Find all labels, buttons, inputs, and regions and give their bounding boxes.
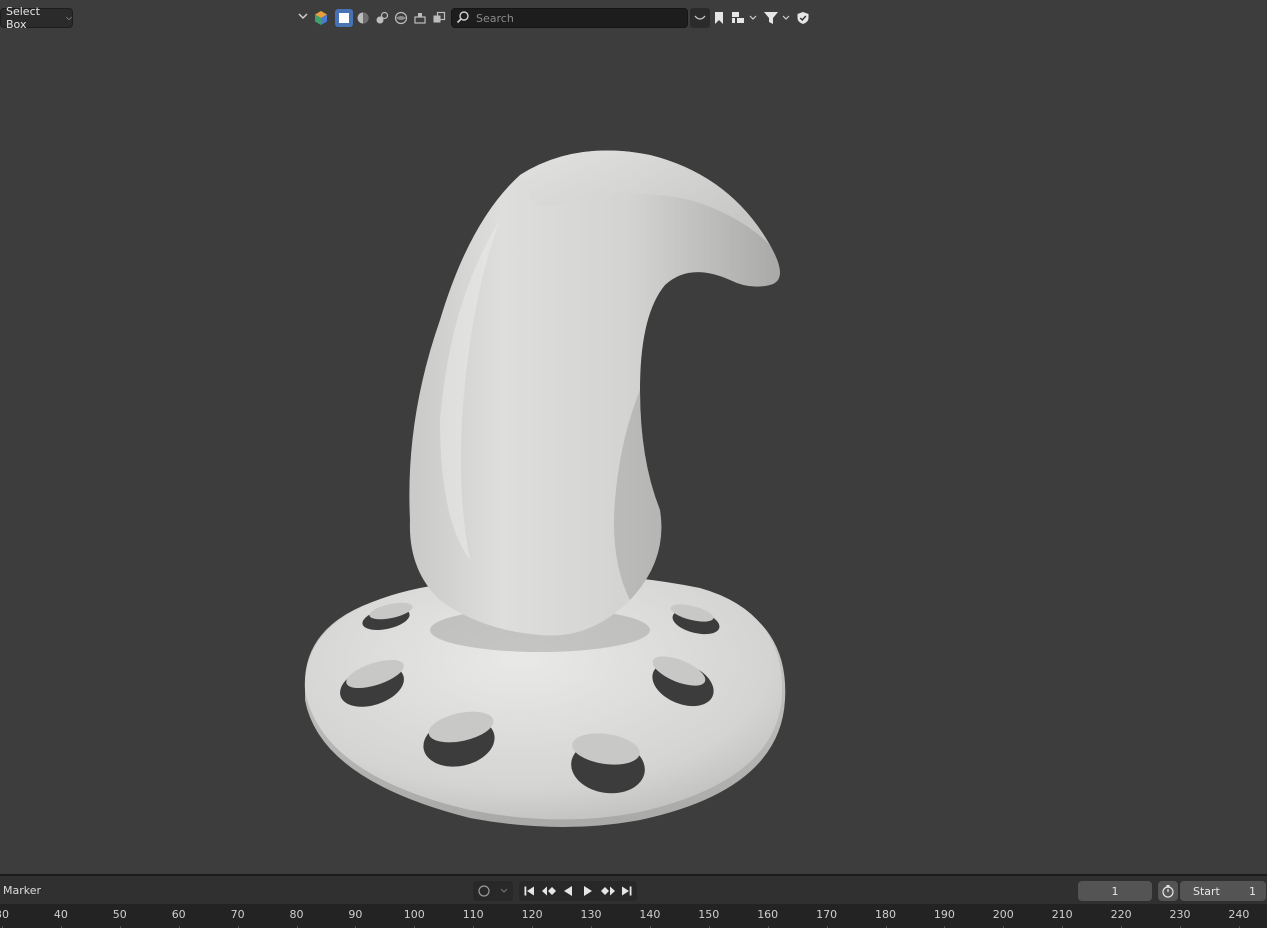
- jump-to-end-icon[interactable]: [617, 881, 637, 901]
- ruler-tick-label: 170: [816, 908, 838, 921]
- ruler-tick-label: 160: [757, 908, 779, 921]
- timeline-editor: Marker 1 Start 1 0 40 50 60 70 80 90 100…: [0, 874, 1267, 928]
- viewpoint-icon[interactable]: [690, 8, 710, 28]
- shield-icon[interactable]: [794, 8, 812, 28]
- ruler-tick-label: 120: [521, 908, 543, 921]
- ruler-tick-label: 240: [1228, 908, 1250, 921]
- 3d-viewport[interactable]: Select Box ⌵: [0, 0, 1267, 874]
- auto-keying-button[interactable]: [473, 881, 513, 901]
- solid-shading-icon[interactable]: [354, 9, 372, 27]
- jump-to-next-keyframe-icon[interactable]: [598, 881, 618, 901]
- select-box-dropdown[interactable]: Select Box ⌵: [0, 5, 73, 31]
- ruler-tick-label: 70: [230, 908, 245, 921]
- current-frame-value: 1: [1111, 884, 1119, 898]
- play-icon[interactable]: [578, 881, 598, 901]
- bookmark-icon[interactable]: [710, 8, 728, 28]
- ruler-tick-label: 230: [1169, 908, 1191, 921]
- ruler-tick-label: 100: [403, 908, 425, 921]
- search-field[interactable]: [451, 8, 688, 28]
- ruler-tick-label: 60: [171, 908, 186, 921]
- search-input[interactable]: [476, 11, 676, 25]
- ruler-tick-label: 210: [1051, 908, 1073, 921]
- layout-icon[interactable]: [730, 8, 760, 28]
- current-frame-field[interactable]: 1: [1078, 881, 1152, 901]
- ruler-tick-label: 40: [53, 908, 68, 921]
- ruler-tick-label: 140: [639, 908, 661, 921]
- jump-to-start-icon[interactable]: [519, 881, 539, 901]
- 3d-model-object[interactable]: [280, 130, 820, 840]
- chevron-down-icon[interactable]: [298, 11, 310, 25]
- ruler-tick-label: 30: [0, 908, 9, 921]
- ruler-tick-label: 90: [348, 908, 363, 921]
- marker-menu[interactable]: Marker: [3, 884, 41, 897]
- ruler-tick-label: 110: [462, 908, 484, 921]
- ruler-tick-label: 130: [580, 908, 602, 921]
- play-reverse-icon[interactable]: [558, 881, 578, 901]
- scene-object-icon[interactable]: [312, 9, 330, 27]
- ruler-tick-label: 220: [1110, 908, 1132, 921]
- material-shading-icon[interactable]: [373, 9, 391, 27]
- start-label: Start: [1193, 884, 1220, 898]
- viewport-header: Select Box ⌵: [0, 0, 1267, 36]
- overlay-icon[interactable]: [411, 9, 429, 27]
- ruler-tick-label: 50: [112, 908, 127, 921]
- ruler-tick-label: 150: [698, 908, 720, 921]
- object-mode-icon[interactable]: [335, 9, 353, 27]
- jump-to-previous-keyframe-icon[interactable]: [539, 881, 559, 901]
- timeline-header: Marker 1 Start 1: [0, 876, 1267, 904]
- xray-icon[interactable]: [430, 9, 448, 27]
- ruler-tick-label: 180: [875, 908, 896, 921]
- search-icon: [456, 10, 470, 27]
- start-frame-field[interactable]: Start 1: [1180, 881, 1266, 901]
- start-value: 1: [1249, 884, 1256, 898]
- select-mode-label: Select Box: [6, 5, 40, 31]
- frame-ruler[interactable]: 30 40 50 60 70 80 90 100 110 120 130 140 150 160 170 18…: [0, 904, 1267, 928]
- stopwatch-icon[interactable]: [1158, 881, 1178, 901]
- chevron-down-icon: ⌵: [65, 13, 72, 22]
- rendered-shading-icon[interactable]: [392, 9, 410, 27]
- playback-controls: [519, 881, 637, 901]
- ruler-tick-label: 190: [933, 908, 955, 921]
- ruler-tick-label: 80: [289, 908, 304, 921]
- ruler-tick-label: 200: [992, 908, 1014, 921]
- filter-icon[interactable]: [762, 8, 792, 28]
